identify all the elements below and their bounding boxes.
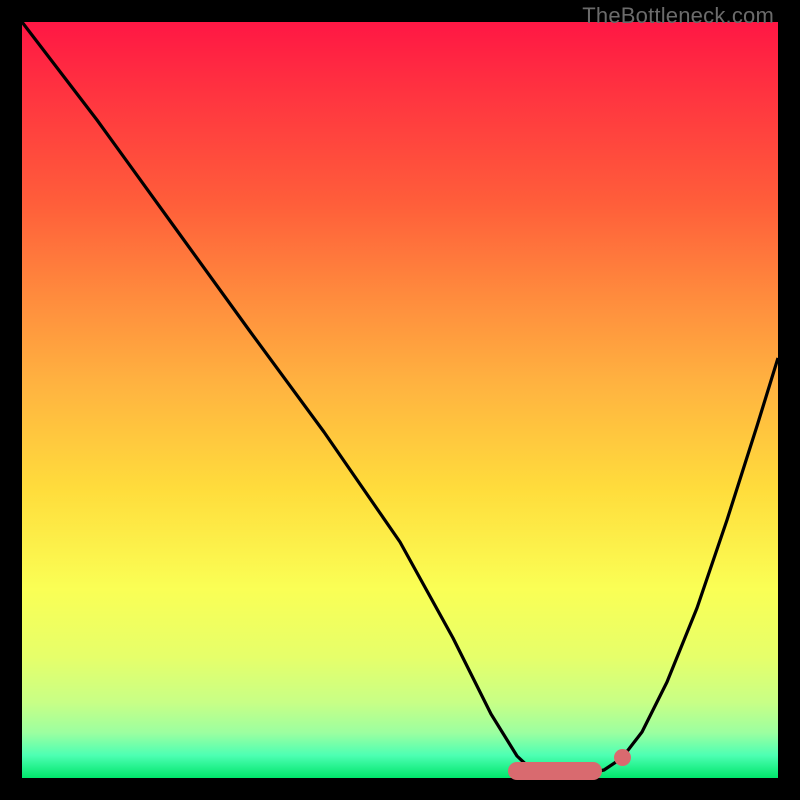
watermark-text: TheBottleneck.com bbox=[582, 3, 774, 29]
curve-path bbox=[22, 22, 778, 775]
optimal-point-marker bbox=[614, 749, 631, 766]
bottleneck-curve bbox=[22, 22, 778, 778]
plot-frame bbox=[22, 22, 778, 778]
optimal-range-marker bbox=[508, 762, 602, 780]
